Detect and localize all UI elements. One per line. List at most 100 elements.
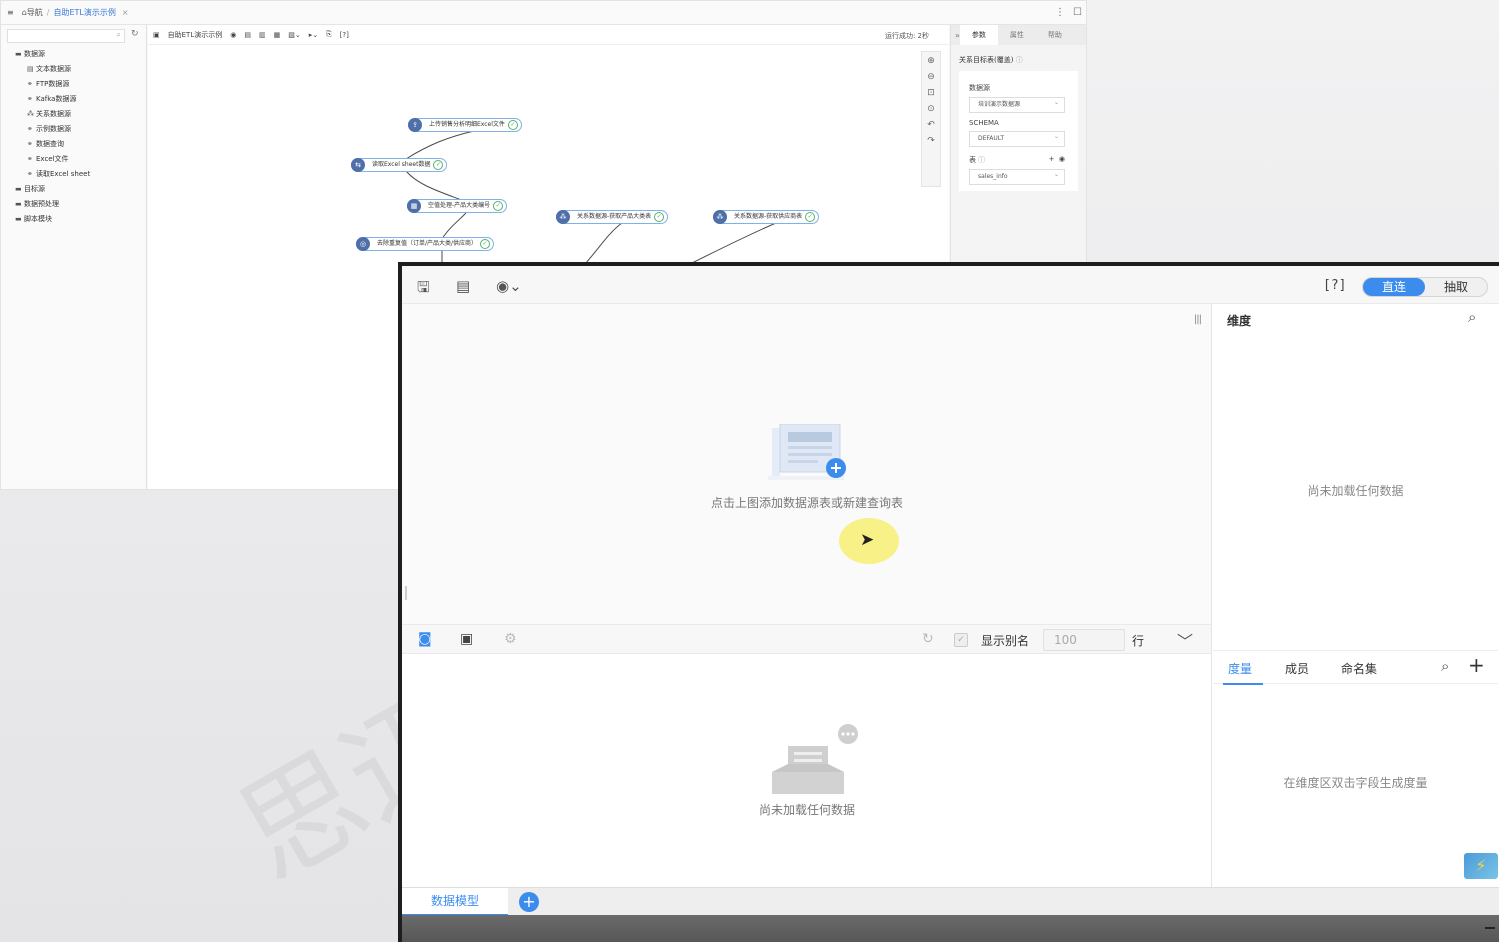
excel-icon: ⇆ [351, 158, 365, 172]
param-form: 数据源 培训演示数据源 SCHEMA DEFAULT 表 ⓘ + ◉ sales… [959, 71, 1078, 191]
tab-named-sets[interactable]: 命名集 [1341, 660, 1377, 677]
tree-item[interactable]: ⚭ FTP数据源 [15, 77, 146, 92]
assistant-logo-icon[interactable]: ⚡ [1464, 853, 1498, 879]
flow-node[interactable]: ⇪ 上传销售分析明细Excel文件 ✓ [408, 118, 522, 132]
data-grid-toolbar: ◙ ▣ ⚙ ↻ ✓ 显示别名 100 行 ﹀ [402, 624, 1212, 654]
tree-item-label: 数据查询 [36, 140, 64, 148]
taskbar-indicator [1485, 927, 1495, 929]
search-icon[interactable]: ⌕ [1441, 657, 1449, 675]
show-alias-checkbox[interactable]: ✓ [954, 633, 968, 647]
columns-icon[interactable]: ||| [1194, 314, 1202, 325]
dimensions-title: 维度 [1227, 314, 1252, 328]
model-toolbar: 🖫 ▤ ◉⌄ [?] 直连 抽取 [402, 266, 1499, 304]
tree-item[interactable]: ⚭ 数据查询 [15, 137, 146, 152]
model-canvas[interactable]: ||| 点击上图添加数据源表或新建查询表 ➤ [402, 304, 1212, 624]
tree-item-label: 关系数据源 [36, 110, 71, 118]
settings-icon[interactable]: ⚙ [504, 631, 517, 647]
tree-item-label: Excel文件 [36, 155, 69, 163]
close-icon[interactable]: × [122, 8, 129, 17]
link-icon: ⚭ [27, 140, 33, 148]
tree-search-input[interactable]: ⌕ [7, 29, 125, 43]
datasource-select[interactable]: 培训演示数据源 [969, 96, 1065, 113]
more-icon[interactable]: ⋮ [1055, 7, 1065, 18]
tree-item-label: 数据源 [24, 50, 45, 58]
tree-item[interactable]: ⚭ 读取Excel sheet [15, 167, 146, 182]
save-as-icon[interactable]: ▤ [456, 277, 470, 295]
flow-node[interactable]: ⁂ 关系数据源-获取产品大类表 ✓ [556, 210, 669, 224]
flow-node[interactable]: ⁂ 关系数据源-获取供应商表 ✓ [713, 210, 820, 224]
flow-node[interactable]: ▦ 空值处理-产品大类编号 ✓ [407, 199, 508, 213]
relational-source-icon: ⁂ [713, 210, 727, 224]
folder-icon: ▬ [15, 185, 22, 193]
collapse-icon[interactable]: » [951, 31, 960, 40]
chevron-down-icon[interactable]: ﹀ [1177, 628, 1193, 652]
flow-node[interactable]: ⇆ 读取Excel sheet数据 ✓ [351, 158, 448, 172]
tree-item-label: 脚本模块 [24, 215, 52, 223]
tree-item[interactable]: ▤ 文本数据源 [15, 62, 146, 77]
add-icon[interactable]: + [1049, 155, 1055, 163]
success-icon: ✓ [805, 212, 816, 222]
tree-item[interactable]: ▬ 脚本模块 [15, 212, 146, 227]
flow-connectors [405, 130, 777, 265]
menu-icon[interactable]: ≡ [7, 8, 14, 17]
relational-source-icon: ⁂ [556, 210, 570, 224]
tab-members[interactable]: 成员 [1285, 660, 1309, 677]
etl-resource-tree: ⌕ ↻ ▬ 数据源 ▤ 文本数据源 ⚭ FTP数据源 ⚭ Kafka数据源 ⁂ 关系数据源 ⚭ 示例数… [1, 25, 147, 489]
os-taskbar [402, 915, 1499, 942]
mode-extract-button[interactable]: 抽取 [1425, 278, 1487, 296]
add-table-illustration-icon [768, 424, 846, 480]
link-icon: ⚭ [27, 80, 33, 88]
grid-view-icon[interactable]: ◙ [418, 631, 432, 647]
measure-tabs: 度量 成员 命名集 ⌕ + [1213, 650, 1498, 685]
tree-item-label: 读取Excel sheet [36, 170, 91, 178]
tree-item-label: 数据预处理 [24, 200, 59, 208]
resize-handle[interactable] [405, 586, 407, 600]
tree-item[interactable]: ▬ 数据预处理 [15, 197, 146, 212]
null-handling-icon: ▦ [407, 199, 421, 213]
tree-item[interactable]: ▬ 目标源 [15, 182, 146, 197]
tab-attributes[interactable]: 属性 [998, 30, 1036, 40]
tab-help[interactable]: 帮助 [1036, 30, 1074, 40]
tree-item-label: Kafka数据源 [36, 95, 77, 103]
info-icon: ⓘ [978, 156, 986, 164]
row-limit-input[interactable]: 100 [1043, 629, 1125, 651]
tree-item[interactable]: ⚭ 示例数据源 [15, 122, 146, 137]
save-icon[interactable]: 🖫 [417, 277, 430, 302]
preview-dropdown-icon[interactable]: ◉⌄ [496, 277, 522, 295]
refresh-icon[interactable]: ↻ [922, 631, 934, 647]
breadcrumb-tab[interactable]: 自助ETL演示示例 [53, 7, 115, 18]
success-icon: ✓ [654, 212, 665, 222]
tree-item[interactable]: ⚭ Kafka数据源 [15, 92, 146, 107]
tab-data-model[interactable]: 数据模型 [402, 888, 508, 916]
add-icon[interactable]: + [1468, 653, 1485, 677]
tab-measures[interactable]: 度量 [1228, 660, 1252, 677]
data-grid: 尚未加载任何数据 [402, 654, 1212, 887]
panel-title: 关系目标表(覆盖) ⓘ [959, 56, 1023, 64]
search-icon[interactable]: ⌕ [1468, 308, 1476, 326]
help-button[interactable]: [?] [1323, 278, 1346, 293]
link-icon: ⚭ [27, 95, 33, 103]
connection-mode-switch[interactable]: 直连 抽取 [1362, 277, 1488, 297]
tree-item[interactable]: ⁂ 关系数据源 [15, 107, 146, 122]
table-select[interactable]: sales_info [969, 168, 1065, 185]
maximize-icon[interactable]: ☐ [1073, 7, 1082, 18]
schema-select[interactable]: DEFAULT [969, 130, 1065, 147]
tree-item[interactable]: ▬ 数据源 [15, 47, 146, 62]
folder-icon: ▬ [15, 200, 22, 208]
upload-icon: ⇪ [408, 118, 422, 132]
dimensions-empty-text: 尚未加载任何数据 [1307, 484, 1404, 498]
tab-params[interactable]: 参数 [959, 25, 998, 45]
add-tab-button[interactable]: + [519, 892, 539, 912]
tree-item[interactable]: ⚭ Excel文件 [15, 152, 146, 167]
search-icon: ⌕ [116, 30, 121, 39]
breadcrumb-home[interactable]: 导航 [27, 7, 43, 18]
mode-direct-button[interactable]: 直连 [1363, 278, 1425, 296]
refresh-icon[interactable]: ↻ [131, 29, 139, 39]
folder-icon: ▬ [15, 215, 22, 223]
flow-node[interactable]: ◎ 去除重复值（订单/产品大类/供应商） ✓ [356, 237, 495, 251]
folder-icon: ▬ [15, 50, 22, 58]
success-icon: ✓ [433, 160, 444, 170]
target-icon[interactable]: ◉ [1059, 155, 1065, 163]
table-window-icon[interactable]: ▣ [460, 631, 473, 647]
tree-item-label: FTP数据源 [36, 80, 70, 88]
